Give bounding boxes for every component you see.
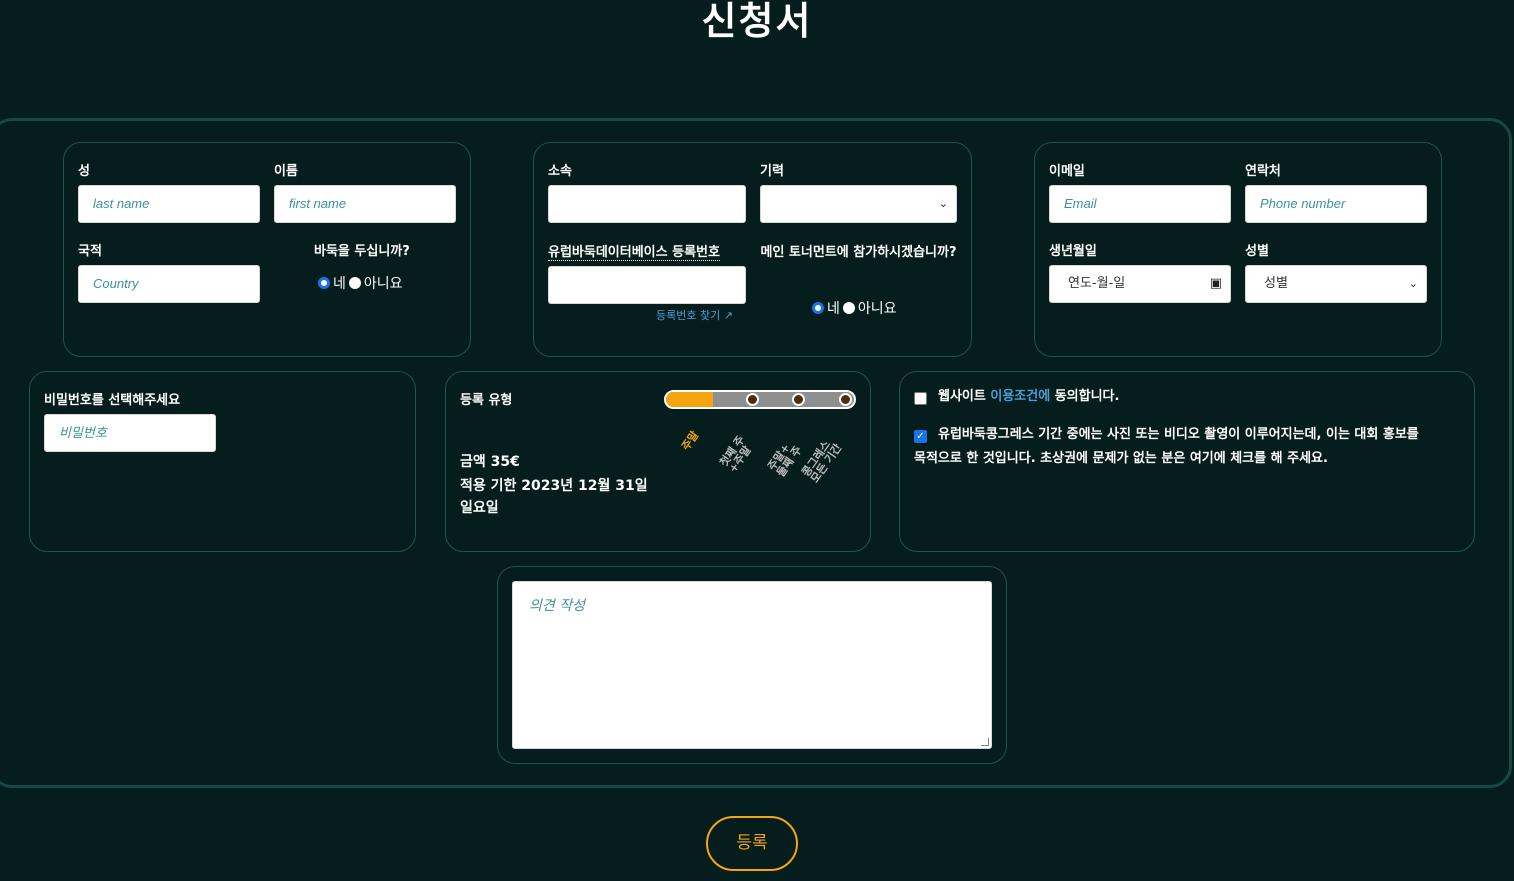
- gender-label: 성별: [1245, 244, 1269, 259]
- birthdate-label: 생년월일: [1049, 244, 1097, 259]
- egd-lookup-link-label: 등록번호 찾기: [656, 309, 721, 322]
- password-label: 비밀번호를 선택해주세요: [44, 393, 181, 408]
- external-link-icon: ↗: [723, 309, 733, 322]
- club-label: 소속: [548, 164, 572, 179]
- country-input[interactable]: Country: [78, 265, 260, 303]
- slider-stop-2[interactable]: [746, 393, 759, 406]
- main-tournament-no-label: 아니요: [857, 301, 897, 317]
- main-tournament-no-radio[interactable]: [842, 302, 855, 314]
- rank-select[interactable]: ⌄: [760, 185, 957, 223]
- plays-go-yes-radio[interactable]: [318, 277, 330, 289]
- price-deadline: 적용 기한 2023년 12월 31일: [460, 478, 648, 494]
- plays-go-no-radio[interactable]: [348, 277, 361, 289]
- egd-number-input[interactable]: [548, 266, 746, 304]
- chevron-down-icon: ⌄: [1408, 277, 1418, 290]
- last-name-input[interactable]: last name: [78, 185, 260, 223]
- gender-select[interactable]: 성별 ⌄: [1245, 265, 1427, 303]
- plays-go-yes-label: 네: [333, 276, 346, 292]
- main-tournament-yes-radio[interactable]: [812, 302, 824, 314]
- egd-lookup-link[interactable]: 등록번호 찾기 ↗: [656, 307, 733, 323]
- password-input[interactable]: 비밀번호: [44, 414, 216, 452]
- first-name-input[interactable]: first name: [274, 185, 456, 223]
- birthdate-input[interactable]: 연도-월-일 ▣: [1049, 265, 1231, 303]
- photo-consent-checkbox[interactable]: ✓: [914, 430, 927, 443]
- birthdate-value: 연도-월-일: [1068, 276, 1126, 291]
- plays-go-label: 바둑을 두십니까?: [314, 244, 410, 259]
- phone-input[interactable]: Phone number: [1245, 185, 1427, 223]
- photo-consent-line1: 유럽바둑콩그레스 기간 중에는 사진 또는 비디오 촬영이 이루어지는데, 이는…: [938, 427, 1419, 442]
- plays-go-no-label: 아니요: [363, 276, 403, 292]
- registration-type-label: 등록 유형: [460, 393, 513, 408]
- email-input[interactable]: Email: [1049, 185, 1231, 223]
- terms-suffix: 동의합니다.: [1050, 389, 1120, 404]
- main-tournament-yes-label: 네: [827, 301, 840, 317]
- phone-label: 연락처: [1245, 164, 1281, 179]
- terms-link[interactable]: 이용조건에: [990, 389, 1050, 404]
- chevron-down-icon: ⌄: [938, 197, 948, 210]
- egd-label: 유럽바둑데이터베이스 등록번호: [548, 241, 720, 261]
- price-amount: 금액 35€: [460, 454, 520, 470]
- calendar-icon[interactable]: ▣: [1210, 266, 1222, 302]
- resize-handle-icon[interactable]: [981, 738, 989, 746]
- price-deadline-day: 일요일: [460, 500, 499, 516]
- photo-consent-line2: 목적으로 한 것입니다. 초상권에 문제가 없는 분은 여기에 체크를 해 주세…: [914, 451, 1328, 466]
- terms-text: 웹사이트 이용조건에 동의합니다.: [938, 385, 1119, 409]
- comment-textarea[interactable]: 의견 작성: [512, 581, 992, 749]
- slider-fill: [666, 392, 713, 407]
- submit-button[interactable]: 등록: [706, 816, 798, 871]
- slider-stop-4[interactable]: [839, 393, 852, 406]
- country-label: 국적: [78, 244, 102, 259]
- slider-stop-3[interactable]: [792, 393, 805, 406]
- comment-placeholder: 의견 작성: [529, 598, 585, 614]
- rank-label: 기력: [760, 164, 784, 179]
- gender-selected-value: 성별: [1264, 276, 1288, 291]
- club-input[interactable]: [548, 185, 746, 223]
- first-name-label: 이름: [274, 164, 298, 179]
- terms-checkbox[interactable]: [914, 392, 927, 405]
- main-tournament-label: 메인 토너먼트에 참가하시겠습니까?: [760, 245, 957, 260]
- email-label: 이메일: [1049, 164, 1085, 179]
- page-title: 신청서: [701, 0, 813, 43]
- check-icon: ✓: [916, 431, 925, 442]
- main-tournament-radio-group: 네 아니요: [812, 298, 897, 318]
- registration-type-slider[interactable]: [664, 390, 856, 409]
- terms-prefix: 웹사이트: [938, 389, 991, 404]
- last-name-label: 성: [78, 164, 90, 179]
- plays-go-radio-group: 네 아니요: [318, 273, 403, 293]
